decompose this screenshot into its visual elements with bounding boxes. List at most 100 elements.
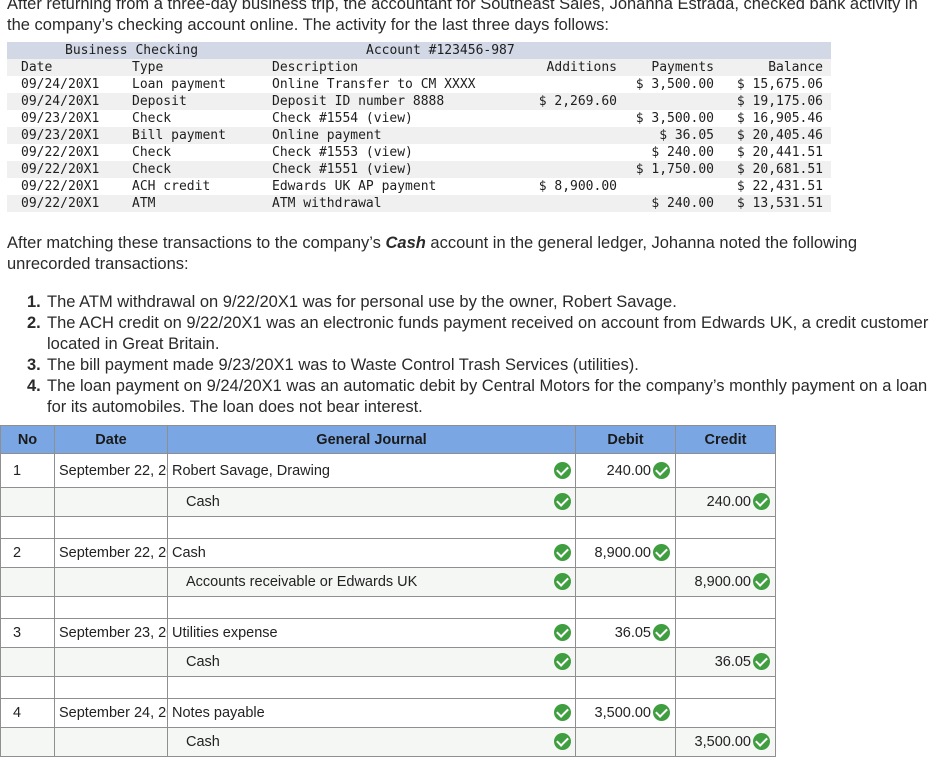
entry-number-empty xyxy=(0,567,55,597)
journal-row: 4September 24, 20X1Notes payable 3,500.00 xyxy=(0,698,776,728)
debit-amount-cell[interactable]: 8,900.00 xyxy=(575,538,676,568)
bank-cell-type: Loan payment xyxy=(132,77,226,92)
blank-cell[interactable] xyxy=(0,676,55,699)
debit-amount-cell[interactable] xyxy=(575,567,676,597)
bank-cell-description: ATM withdrawal xyxy=(272,196,382,211)
check-circle-icon xyxy=(753,573,770,590)
bank-cell-description: Online Transfer to CM XXXX xyxy=(272,77,476,92)
debit-amount-cell[interactable] xyxy=(575,727,676,757)
cash-emphasis: Cash xyxy=(385,234,426,252)
blank-cell[interactable] xyxy=(575,596,676,619)
entry-date-empty[interactable] xyxy=(54,487,168,517)
blank-cell[interactable] xyxy=(167,516,576,539)
entry-date[interactable]: September 22, 20X1 xyxy=(54,453,168,488)
bank-cell-description: Check #1551 (view) xyxy=(272,162,413,177)
credit-amount: 240.00 xyxy=(706,494,751,510)
bank-cell-date: 09/24/20X1 xyxy=(21,77,100,92)
debit-account-cell[interactable]: Robert Savage, Drawing xyxy=(167,453,576,488)
bank-banner: Business Checking Account #123456-987 xyxy=(7,42,831,59)
check-circle-icon xyxy=(554,573,571,590)
credit-amount-cell[interactable] xyxy=(675,453,776,488)
entry-date-empty[interactable] xyxy=(54,647,168,677)
entry-number: 2 xyxy=(0,538,55,568)
credit-amount-cell[interactable] xyxy=(675,618,776,648)
journal-row: Cash 240.00 xyxy=(0,487,776,517)
blank-cell[interactable] xyxy=(0,516,55,539)
list-item-text: The ACH credit on 9/22/20X1 was an elect… xyxy=(47,314,929,353)
journal-row: 3September 23, 20X1Utilities expense 36.0… xyxy=(0,618,776,648)
bank-cell-payments: $ 36.05 xyxy=(659,128,714,143)
bank-cell-date: 09/23/20X1 xyxy=(21,111,100,126)
entry-date-empty[interactable] xyxy=(54,567,168,597)
journal-header-account: General Journal xyxy=(167,425,576,454)
blank-cell[interactable] xyxy=(167,596,576,619)
entry-number-empty xyxy=(0,727,55,757)
credit-account-cell[interactable]: Cash xyxy=(167,647,576,677)
blank-cell[interactable] xyxy=(54,676,168,699)
credit-account-cell[interactable]: Cash xyxy=(167,727,576,757)
blank-cell[interactable] xyxy=(575,676,676,699)
bank-cell-payments: $ 3,500.00 xyxy=(635,111,714,126)
blank-cell[interactable] xyxy=(167,676,576,699)
entry-date[interactable]: September 23, 20X1 xyxy=(54,618,168,648)
credit-amount-cell[interactable]: 36.05 xyxy=(675,647,776,677)
credit-amount-cell[interactable]: 240.00 xyxy=(675,487,776,517)
check-circle-icon xyxy=(653,704,670,721)
credit-amount: 8,900.00 xyxy=(694,574,751,590)
credit-amount-cell[interactable]: 3,500.00 xyxy=(675,727,776,757)
credit-amount-cell[interactable]: 8,900.00 xyxy=(675,567,776,597)
bank-cell-date: 09/24/20X1 xyxy=(21,94,100,109)
bank-row: 09/23/20X1 Bill payment Online payment $ 36… xyxy=(7,127,831,144)
entry-date[interactable]: September 22, 20X1 xyxy=(54,538,168,568)
bank-header-additions: Additions xyxy=(546,60,617,75)
bank-cell-payments: $ 1,750.00 xyxy=(635,162,714,177)
blank-cell[interactable] xyxy=(675,676,776,699)
debit-amount-cell[interactable]: 36.05 xyxy=(575,618,676,648)
check-circle-icon xyxy=(753,493,770,510)
check-circle-icon xyxy=(653,624,670,641)
debit-account-cell[interactable]: Notes payable xyxy=(167,698,576,728)
debit-amount-cell[interactable] xyxy=(575,647,676,677)
credit-account-cell[interactable]: Cash xyxy=(167,487,576,517)
blank-cell[interactable] xyxy=(54,516,168,539)
credit-account: Cash xyxy=(186,494,220,510)
entry-date-empty[interactable] xyxy=(54,727,168,757)
debit-amount-cell[interactable]: 240.00 xyxy=(575,453,676,488)
list-item-text: The loan payment on 9/24/20X1 was an aut… xyxy=(47,377,928,416)
list-item-text: The ATM withdrawal on 9/22/20X1 was for … xyxy=(47,293,677,311)
bank-row: 09/23/20X1 Check Check #1554 (view) $ 3,500… xyxy=(7,110,831,127)
bank-row: 09/22/20X1 ACH credit Edwards UK AP paymen… xyxy=(7,178,831,195)
bank-cell-date: 09/22/20X1 xyxy=(21,145,100,160)
debit-account-cell[interactable]: Cash xyxy=(167,538,576,568)
bank-account-number: Account #123456-987 xyxy=(366,43,515,58)
check-circle-icon xyxy=(554,704,571,721)
bank-cell-balance: $ 20,681.51 xyxy=(736,162,823,177)
entry-date[interactable]: September 24, 20X1 xyxy=(54,698,168,728)
entry-number-empty xyxy=(0,647,55,677)
bank-cell-type: Check xyxy=(132,111,172,126)
debit-amount-cell[interactable] xyxy=(575,487,676,517)
journal-header-row: No Date General Journal Debit Credit xyxy=(0,425,776,454)
debit-amount-cell[interactable]: 3,500.00 xyxy=(575,698,676,728)
blank-cell[interactable] xyxy=(575,516,676,539)
credit-amount: 3,500.00 xyxy=(694,734,751,750)
bank-cell-date: 09/22/20X1 xyxy=(21,162,100,177)
blank-cell[interactable] xyxy=(675,596,776,619)
debit-amount: 3,500.00 xyxy=(594,705,651,721)
debit-account: Utilities expense xyxy=(172,625,278,641)
journal-header-credit: Credit xyxy=(675,425,776,454)
bank-cell-type: Deposit xyxy=(132,94,187,109)
matching-paragraph: After matching these transactions to the… xyxy=(7,233,932,275)
list-item: 2. The ACH credit on 9/22/20X1 was an ele… xyxy=(27,313,939,355)
credit-account-cell[interactable]: Accounts receivable or Edwards UK xyxy=(167,567,576,597)
blank-cell[interactable] xyxy=(54,596,168,619)
blank-cell[interactable] xyxy=(0,596,55,619)
credit-amount-cell[interactable] xyxy=(675,538,776,568)
bank-cell-balance: $ 22,431.51 xyxy=(736,179,823,194)
blank-cell[interactable] xyxy=(675,516,776,539)
debit-account-cell[interactable]: Utilities expense xyxy=(167,618,576,648)
bank-cell-payments: $ 240.00 xyxy=(651,145,714,160)
check-circle-icon xyxy=(753,653,770,670)
bank-cell-additions: $ 2,269.60 xyxy=(538,94,617,109)
credit-amount-cell[interactable] xyxy=(675,698,776,728)
